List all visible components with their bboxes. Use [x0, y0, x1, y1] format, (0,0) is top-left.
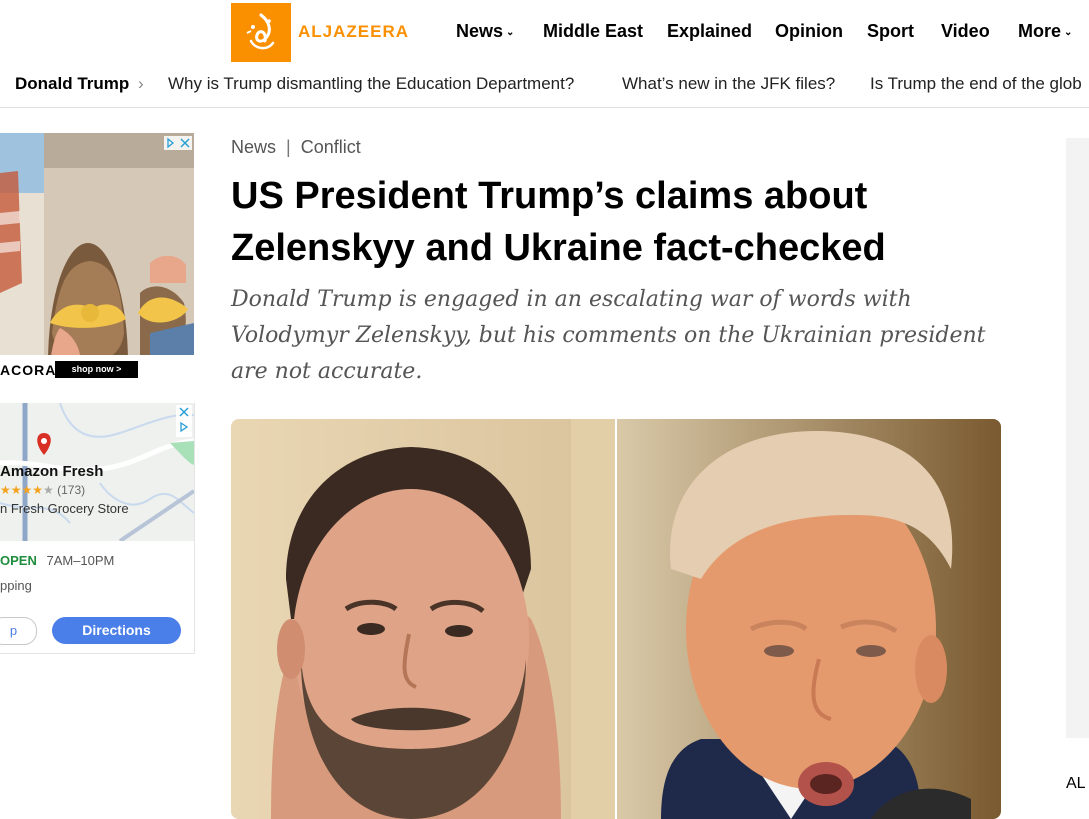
logo-wordmark[interactable]: ALJAZEERA	[298, 22, 409, 42]
nav-item-more[interactable]: More ⌄	[1018, 21, 1072, 42]
nav-item-explained[interactable]: Explained	[667, 21, 752, 42]
chevron-right-icon: ›	[138, 74, 144, 93]
chevron-down-icon: ⌄	[1064, 26, 1073, 38]
article-standfirst: Donald Trump is engaged in an escalating…	[231, 287, 986, 384]
review-count: (173)	[57, 483, 86, 497]
trending-link-jfk[interactable]: What’s new in the JFK files?	[622, 74, 835, 94]
business-subtitle: n Fresh Grocery Store	[0, 501, 129, 516]
trending-bar: Donald Trump › Why is Trump dismantling …	[0, 64, 1089, 108]
al-jazeera-logo-icon[interactable]	[231, 3, 291, 62]
nav-item-news[interactable]: News ⌄	[456, 21, 514, 42]
nav-item-label: News	[456, 21, 504, 41]
breadcrumb-conflict[interactable]: Conflict	[301, 137, 361, 157]
article-title: US President Trump’s claims about Zelens…	[231, 175, 886, 269]
chevron-down-icon: ⌄	[506, 26, 515, 38]
nav-item-sport[interactable]: Sport	[867, 21, 914, 42]
nav-item-middle-east[interactable]: Middle East	[543, 21, 643, 42]
secondary-action-button[interactable]: p	[0, 617, 37, 645]
hours-row: OPEN 7AM–10PM	[0, 553, 114, 568]
right-rail-label: AL	[1066, 775, 1086, 792]
breadcrumb-separator: |	[286, 137, 291, 157]
shop-now-button[interactable]: shop now >	[55, 364, 138, 374]
business-name: Amazon Fresh	[0, 463, 104, 480]
star-rating-icon: ★★★★★	[0, 483, 54, 497]
breadcrumb: News | Conflict	[231, 137, 361, 158]
trending-topic-label: Donald Trump	[15, 74, 130, 93]
directions-button[interactable]: Directions	[52, 617, 181, 644]
map-ad[interactable]: Amazon Fresh ★★★★★ (173) n Fresh Grocery…	[0, 403, 195, 654]
open-status: OPEN	[0, 553, 37, 568]
breadcrumb-news[interactable]: News	[231, 137, 276, 157]
opening-hours: 7AM–10PM	[46, 553, 115, 568]
trending-link-education[interactable]: Why is Trump dismantling the Education D…	[168, 74, 574, 94]
trending-topic[interactable]: Donald Trump ›	[15, 74, 144, 94]
article-hero-image	[231, 419, 1001, 819]
nav-item-opinion[interactable]: Opinion	[775, 21, 843, 42]
sandals-ad-image	[0, 133, 194, 382]
portraits-photo	[231, 419, 1001, 819]
nav-item-video[interactable]: Video	[941, 21, 990, 42]
top-navigation: ALJAZEERA News ⌄ Middle East Explained Op…	[0, 0, 1089, 65]
ad-brand-name: ACORA	[0, 362, 57, 378]
business-category: pping	[0, 578, 32, 593]
fashion-ad[interactable]: ACORA shop now >	[0, 133, 194, 382]
right-rail-ad	[1066, 138, 1089, 738]
rating-row: ★★★★★ (173)	[0, 483, 85, 497]
nav-item-label: More	[1018, 21, 1062, 41]
trending-link-global[interactable]: Is Trump the end of the glob	[870, 74, 1082, 94]
